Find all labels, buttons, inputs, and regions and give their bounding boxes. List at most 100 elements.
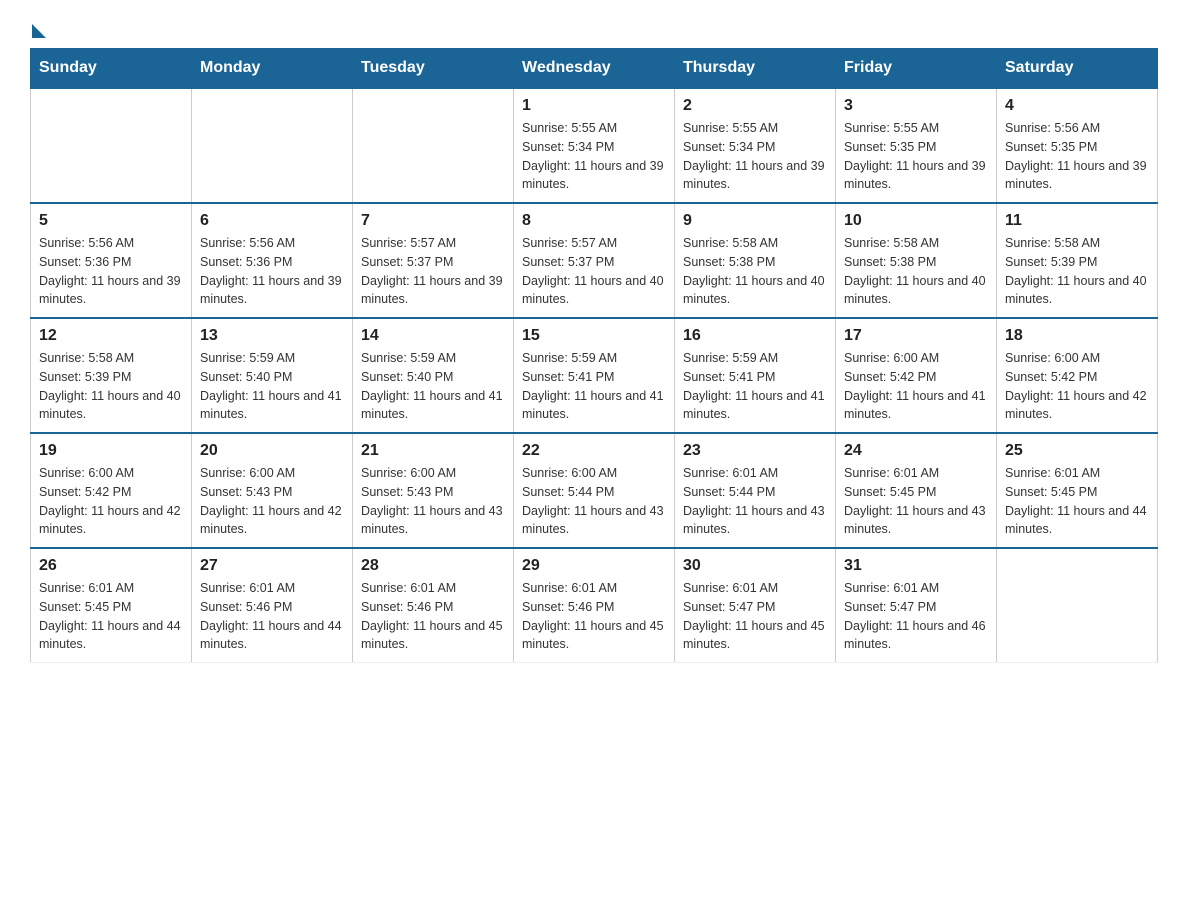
calendar-cell: 11Sunrise: 5:58 AM Sunset: 5:39 PM Dayli… (997, 203, 1158, 318)
calendar-header-saturday: Saturday (997, 49, 1158, 89)
calendar-cell: 28 Sunrise: 6:01 AM Sunset: 5:46 PM Dayli… (353, 548, 514, 663)
calendar-cell: 6 Sunrise: 5:56 AM Sunset: 5:36 PM Daylig… (192, 203, 353, 318)
day-info: Sunrise: 5:55 AM Sunset: 5:35 PM Dayligh… (844, 119, 988, 194)
calendar-cell (997, 548, 1158, 663)
day-info: Sunrise: 5:55 AM Sunset: 5:34 PM Dayligh… (683, 119, 827, 194)
day-number: 4 (1005, 97, 1149, 115)
calendar-cell: 5Sunrise: 5:56 AM Sunset: 5:36 PM Daylig… (31, 203, 192, 318)
day-number: 27 (200, 557, 344, 575)
day-info: Sunrise: 6:00 AM Sunset: 5:42 PM Dayligh… (1005, 349, 1149, 424)
calendar-cell: 21 Sunrise: 6:00 AM Sunset: 5:43 PM Dayli… (353, 433, 514, 548)
day-info: Sunrise: 6:01 AM Sunset: 5:45 PM Dayligh… (1005, 464, 1149, 539)
day-info: Sunrise: 5:59 AM Sunset: 5:41 PM Dayligh… (683, 349, 827, 424)
day-info: Sunrise: 5:57 AM Sunset: 5:37 PM Dayligh… (522, 234, 666, 309)
page-header (30, 20, 1158, 38)
calendar-header-row: SundayMondayTuesdayWednesdayThursdayFrid… (31, 49, 1158, 89)
day-info: Sunrise: 5:58 AM Sunset: 5:39 PM Dayligh… (39, 349, 183, 424)
calendar-cell: 14Sunrise: 5:59 AM Sunset: 5:40 PM Dayli… (353, 318, 514, 433)
day-info: Sunrise: 6:01 AM Sunset: 5:46 PM Dayligh… (200, 579, 344, 654)
day-info: Sunrise: 6:01 AM Sunset: 5:46 PM Dayligh… (361, 579, 505, 654)
day-number: 11 (1005, 212, 1149, 230)
calendar-cell: 23 Sunrise: 6:01 AM Sunset: 5:44 PM Dayli… (675, 433, 836, 548)
day-info: Sunrise: 5:57 AM Sunset: 5:37 PM Dayligh… (361, 234, 505, 309)
day-info: Sunrise: 5:55 AM Sunset: 5:34 PM Dayligh… (522, 119, 666, 194)
day-number: 20 (200, 442, 344, 460)
calendar-cell: 24 Sunrise: 6:01 AM Sunset: 5:45 PM Dayli… (836, 433, 997, 548)
calendar-table: SundayMondayTuesdayWednesdayThursdayFrid… (30, 48, 1158, 663)
calendar-cell: 17 Sunrise: 6:00 AM Sunset: 5:42 PM Dayli… (836, 318, 997, 433)
day-info: Sunrise: 6:01 AM Sunset: 5:45 PM Dayligh… (844, 464, 988, 539)
calendar-cell: 7 Sunrise: 5:57 AM Sunset: 5:37 PM Daylig… (353, 203, 514, 318)
calendar-cell: 16Sunrise: 5:59 AM Sunset: 5:41 PM Dayli… (675, 318, 836, 433)
day-number: 28 (361, 557, 505, 575)
day-number: 10 (844, 212, 988, 230)
calendar-cell: 22Sunrise: 6:00 AM Sunset: 5:44 PM Dayli… (514, 433, 675, 548)
calendar-header-tuesday: Tuesday (353, 49, 514, 89)
calendar-week-row: 26 Sunrise: 6:01 AM Sunset: 5:45 PM Dayli… (31, 548, 1158, 663)
calendar-cell (353, 88, 514, 203)
day-number: 31 (844, 557, 988, 575)
calendar-header-sunday: Sunday (31, 49, 192, 89)
day-info: Sunrise: 6:00 AM Sunset: 5:43 PM Dayligh… (361, 464, 505, 539)
day-number: 9 (683, 212, 827, 230)
day-number: 30 (683, 557, 827, 575)
day-info: Sunrise: 6:00 AM Sunset: 5:42 PM Dayligh… (39, 464, 183, 539)
day-number: 1 (522, 97, 666, 115)
day-info: Sunrise: 6:01 AM Sunset: 5:45 PM Dayligh… (39, 579, 183, 654)
calendar-cell: 1 Sunrise: 5:55 AM Sunset: 5:34 PM Daylig… (514, 88, 675, 203)
calendar-cell: 18 Sunrise: 6:00 AM Sunset: 5:42 PM Dayli… (997, 318, 1158, 433)
day-info: Sunrise: 6:01 AM Sunset: 5:47 PM Dayligh… (683, 579, 827, 654)
day-info: Sunrise: 6:01 AM Sunset: 5:44 PM Dayligh… (683, 464, 827, 539)
calendar-cell: 12 Sunrise: 5:58 AM Sunset: 5:39 PM Dayli… (31, 318, 192, 433)
day-number: 7 (361, 212, 505, 230)
calendar-cell: 13Sunrise: 5:59 AM Sunset: 5:40 PM Dayli… (192, 318, 353, 433)
calendar-cell (192, 88, 353, 203)
calendar-week-row: 12 Sunrise: 5:58 AM Sunset: 5:39 PM Dayli… (31, 318, 1158, 433)
day-number: 6 (200, 212, 344, 230)
day-number: 24 (844, 442, 988, 460)
day-number: 8 (522, 212, 666, 230)
calendar-cell: 10 Sunrise: 5:58 AM Sunset: 5:38 PM Dayli… (836, 203, 997, 318)
day-info: Sunrise: 5:58 AM Sunset: 5:38 PM Dayligh… (683, 234, 827, 309)
day-number: 26 (39, 557, 183, 575)
day-info: Sunrise: 6:01 AM Sunset: 5:47 PM Dayligh… (844, 579, 988, 654)
calendar-header-wednesday: Wednesday (514, 49, 675, 89)
calendar-cell: 9 Sunrise: 5:58 AM Sunset: 5:38 PM Daylig… (675, 203, 836, 318)
day-info: Sunrise: 5:56 AM Sunset: 5:35 PM Dayligh… (1005, 119, 1149, 194)
calendar-week-row: 1 Sunrise: 5:55 AM Sunset: 5:34 PM Daylig… (31, 88, 1158, 203)
calendar-cell: 19Sunrise: 6:00 AM Sunset: 5:42 PM Dayli… (31, 433, 192, 548)
day-number: 18 (1005, 327, 1149, 345)
calendar-cell: 3 Sunrise: 5:55 AM Sunset: 5:35 PM Daylig… (836, 88, 997, 203)
calendar-week-row: 19Sunrise: 6:00 AM Sunset: 5:42 PM Dayli… (31, 433, 1158, 548)
calendar-cell: 8 Sunrise: 5:57 AM Sunset: 5:37 PM Daylig… (514, 203, 675, 318)
day-info: Sunrise: 5:58 AM Sunset: 5:38 PM Dayligh… (844, 234, 988, 309)
calendar-cell: 27 Sunrise: 6:01 AM Sunset: 5:46 PM Dayli… (192, 548, 353, 663)
day-number: 3 (844, 97, 988, 115)
logo (30, 20, 46, 38)
day-number: 25 (1005, 442, 1149, 460)
calendar-cell: 20 Sunrise: 6:00 AM Sunset: 5:43 PM Dayli… (192, 433, 353, 548)
day-info: Sunrise: 5:56 AM Sunset: 5:36 PM Dayligh… (39, 234, 183, 309)
calendar-header-monday: Monday (192, 49, 353, 89)
calendar-cell: 4 Sunrise: 5:56 AM Sunset: 5:35 PM Daylig… (997, 88, 1158, 203)
day-info: Sunrise: 6:00 AM Sunset: 5:44 PM Dayligh… (522, 464, 666, 539)
calendar-cell (31, 88, 192, 203)
day-number: 29 (522, 557, 666, 575)
day-number: 2 (683, 97, 827, 115)
day-info: Sunrise: 6:00 AM Sunset: 5:42 PM Dayligh… (844, 349, 988, 424)
day-info: Sunrise: 6:00 AM Sunset: 5:43 PM Dayligh… (200, 464, 344, 539)
day-number: 13 (200, 327, 344, 345)
day-info: Sunrise: 5:56 AM Sunset: 5:36 PM Dayligh… (200, 234, 344, 309)
day-number: 12 (39, 327, 183, 345)
day-info: Sunrise: 5:59 AM Sunset: 5:41 PM Dayligh… (522, 349, 666, 424)
calendar-header-thursday: Thursday (675, 49, 836, 89)
day-number: 23 (683, 442, 827, 460)
calendar-cell: 30 Sunrise: 6:01 AM Sunset: 5:47 PM Dayli… (675, 548, 836, 663)
day-number: 21 (361, 442, 505, 460)
calendar-cell: 25 Sunrise: 6:01 AM Sunset: 5:45 PM Dayli… (997, 433, 1158, 548)
calendar-cell: 29Sunrise: 6:01 AM Sunset: 5:46 PM Dayli… (514, 548, 675, 663)
calendar-week-row: 5Sunrise: 5:56 AM Sunset: 5:36 PM Daylig… (31, 203, 1158, 318)
day-number: 17 (844, 327, 988, 345)
calendar-cell: 31 Sunrise: 6:01 AM Sunset: 5:47 PM Dayli… (836, 548, 997, 663)
calendar-cell: 2 Sunrise: 5:55 AM Sunset: 5:34 PM Daylig… (675, 88, 836, 203)
